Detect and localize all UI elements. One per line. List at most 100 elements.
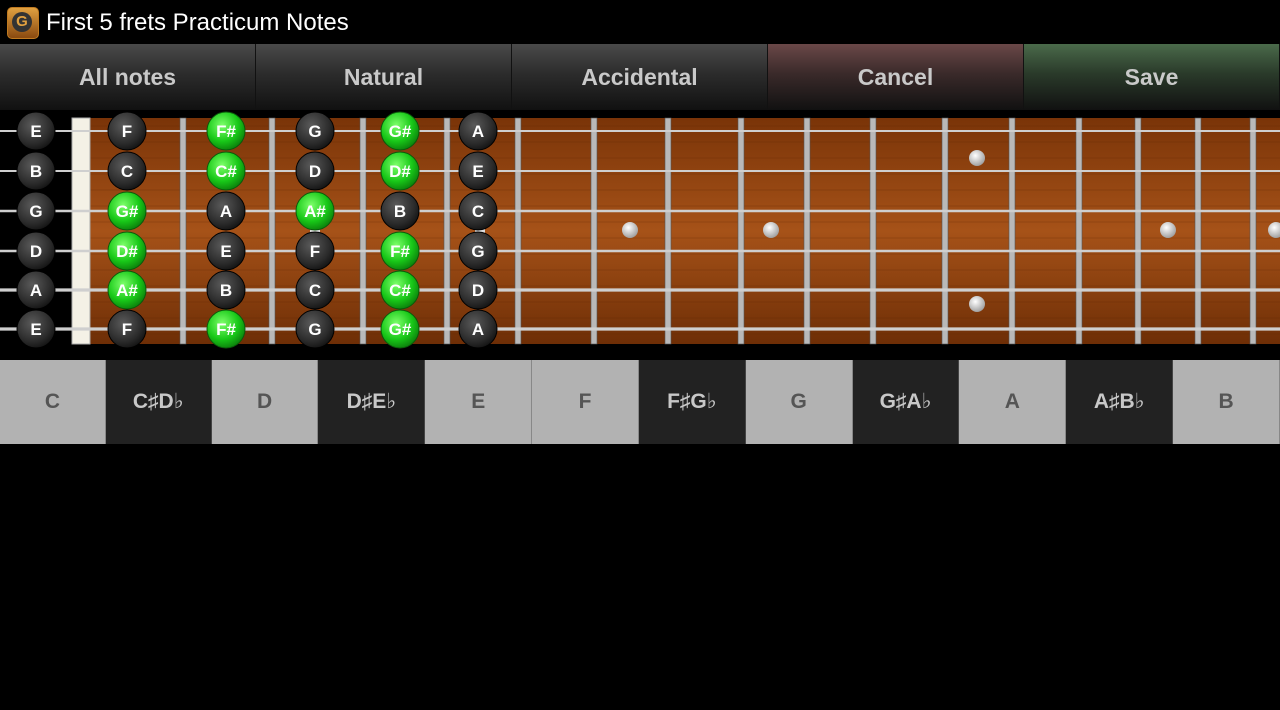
note-key[interactable]: D bbox=[211, 360, 319, 444]
note-key[interactable]: A♯ B♭ bbox=[1066, 360, 1174, 444]
note-marker-label: G bbox=[308, 122, 321, 141]
note-marker-label: A# bbox=[116, 281, 138, 300]
note-key-alt-label: E♭ bbox=[372, 390, 397, 413]
fret-inlay-dot bbox=[969, 296, 985, 312]
note-marker-label: C# bbox=[215, 162, 237, 181]
fret-wire bbox=[268, 117, 276, 345]
note-marker-label: A bbox=[220, 202, 232, 221]
note-marker-label: C# bbox=[389, 281, 411, 300]
note-key[interactable]: C♯ D♭ bbox=[105, 360, 212, 444]
note-marker-label: E bbox=[30, 122, 41, 141]
note-marker-label: D bbox=[30, 242, 42, 261]
fret-wire bbox=[869, 117, 877, 345]
note-key[interactable]: F♯ G♭ bbox=[638, 360, 746, 444]
note-marker-label: A# bbox=[304, 202, 326, 221]
note-key[interactable]: A bbox=[959, 360, 1067, 444]
accidental-button[interactable]: Accidental bbox=[512, 44, 768, 110]
note-marker-label: B bbox=[30, 162, 42, 181]
all-notes-button[interactable]: All notes bbox=[0, 44, 256, 110]
note-key-label: C♯ bbox=[132, 390, 159, 413]
note-key-label: B bbox=[1218, 390, 1234, 413]
fret-wire bbox=[1134, 117, 1142, 345]
note-key-label: G bbox=[790, 390, 807, 413]
note-key-label: D♯ bbox=[346, 390, 373, 413]
note-key[interactable]: D♯ E♭ bbox=[318, 360, 426, 444]
note-marker-label: A bbox=[30, 281, 42, 300]
nut bbox=[71, 117, 91, 345]
note-marker-label: D bbox=[472, 281, 484, 300]
fret-wire bbox=[737, 117, 745, 345]
note-key-label: F♯ bbox=[667, 390, 691, 413]
fretboard-wood bbox=[90, 118, 1280, 344]
note-marker-label: E bbox=[30, 320, 41, 339]
note-marker-label: F bbox=[122, 320, 132, 339]
fret-inlay-dot bbox=[763, 222, 779, 238]
fret-inlay-dot bbox=[1160, 222, 1176, 238]
note-marker-label: C bbox=[309, 281, 321, 300]
fret-wire bbox=[1249, 117, 1257, 345]
note-marker-label: D# bbox=[389, 162, 411, 181]
fret-wire bbox=[514, 117, 522, 345]
cancel-button[interactable]: Cancel bbox=[768, 44, 1024, 110]
fret-wire bbox=[359, 117, 367, 345]
app-title: First 5 frets Practicum Notes bbox=[46, 9, 349, 36]
note-key[interactable]: C bbox=[0, 360, 106, 444]
note-key-label: G♯ bbox=[879, 390, 907, 413]
note-marker-label: B bbox=[220, 281, 232, 300]
note-key[interactable]: E bbox=[425, 360, 533, 444]
note-marker-label: G# bbox=[116, 202, 139, 221]
note-key-alt-label: G♭ bbox=[690, 390, 717, 413]
fret-wire bbox=[590, 117, 598, 345]
note-marker-label: F bbox=[122, 122, 132, 141]
note-key-alt-label: A♭ bbox=[906, 390, 932, 413]
fretboard: E F F# G G# A B C C# D D# E G G# A A# B C D D# E F F# G A A# B C C# D… bbox=[0, 110, 1280, 350]
note-marker-label: E bbox=[220, 242, 231, 261]
note-marker-label: G bbox=[471, 242, 484, 261]
note-marker-label: F# bbox=[216, 122, 236, 141]
note-key[interactable]: G♯ A♭ bbox=[852, 360, 960, 444]
fret-wire bbox=[664, 117, 672, 345]
note-key-label: A♯ bbox=[1093, 390, 1120, 413]
note-marker-label: A bbox=[472, 122, 484, 141]
fret-inlay-dot bbox=[969, 150, 985, 166]
note-key-label: C bbox=[44, 390, 60, 413]
note-key-label: E bbox=[471, 390, 486, 413]
note-key-label: D bbox=[256, 390, 273, 413]
note-marker-label: G# bbox=[389, 122, 412, 141]
note-key-alt-label: D♭ bbox=[158, 390, 184, 413]
note-marker-label: G bbox=[308, 320, 321, 339]
fret-wire bbox=[803, 117, 811, 345]
note-marker-label: E bbox=[472, 162, 483, 181]
fret-wire bbox=[1008, 117, 1016, 345]
note-marker-label: G bbox=[29, 202, 42, 221]
fretboard-canvas: E F F# G G# A B C C# D D# E G G# A A# B C D D# E F F# G A A# B C C# D… bbox=[0, 111, 1280, 349]
toolbar: All notes Natural Accidental Cancel Save bbox=[0, 44, 1280, 110]
note-marker-label: C bbox=[472, 202, 484, 221]
note-key[interactable]: F bbox=[532, 360, 639, 444]
note-selector: C C♯ D♭ D D♯ E♭ E F F♯ G♭ G G♯ A♭ A A♯ B♭ B bbox=[0, 360, 1280, 444]
fret-wire bbox=[1194, 117, 1202, 345]
note-marker-label: G# bbox=[389, 320, 412, 339]
note-marker-label: D# bbox=[116, 242, 138, 261]
note-key-label: A bbox=[1004, 390, 1020, 413]
note-marker-label: C bbox=[121, 162, 133, 181]
fret-wire bbox=[179, 117, 187, 345]
fret-wire bbox=[443, 117, 451, 345]
note-key-label: F bbox=[578, 390, 592, 413]
note-key[interactable]: B bbox=[1173, 360, 1280, 444]
note-marker-label: A bbox=[472, 320, 484, 339]
note-marker-label: F bbox=[310, 242, 320, 261]
natural-button[interactable]: Natural bbox=[256, 44, 512, 110]
fret-wire bbox=[941, 117, 949, 345]
note-marker-label: F# bbox=[216, 320, 236, 339]
fret-inlay-dot bbox=[622, 222, 638, 238]
note-marker-label: B bbox=[394, 202, 406, 221]
title-bar: G First 5 frets Practicum Notes bbox=[0, 0, 1280, 44]
note-marker-label: F# bbox=[390, 242, 410, 261]
save-button[interactable]: Save bbox=[1024, 44, 1280, 110]
fret-wire bbox=[1075, 117, 1083, 345]
note-marker-label: D bbox=[309, 162, 321, 181]
note-key-alt-label: B♭ bbox=[1119, 390, 1145, 413]
app-logo-icon: G bbox=[7, 7, 39, 39]
note-key[interactable]: G bbox=[745, 360, 853, 444]
